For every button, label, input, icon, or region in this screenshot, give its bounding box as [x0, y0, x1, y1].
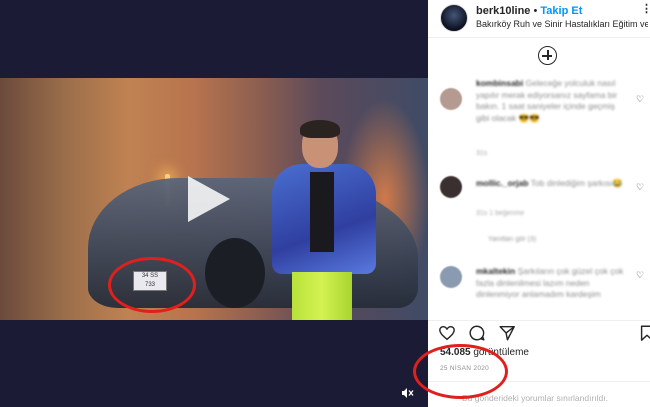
like-heart-icon[interactable]	[438, 324, 456, 342]
play-icon[interactable]	[188, 176, 230, 222]
comment-meta: 31s 1 beğenme	[476, 210, 525, 217]
post-header: berk10line • Takip Et Bakırköy Ruh ve Si…	[428, 0, 650, 38]
heart-icon[interactable]: ♡	[636, 270, 646, 280]
car-wheel	[205, 238, 265, 308]
comment-body: Tob dinlediğim şarkısı😂	[530, 178, 623, 188]
comments-list: kombinsabi Geleceğe yolculuk nasıl yapıl…	[428, 78, 650, 318]
username-link[interactable]: berk10line	[476, 5, 530, 17]
heart-icon[interactable]: ♡	[636, 182, 646, 192]
annotation-circle-views	[413, 344, 508, 399]
heart-icon[interactable]: ♡	[636, 94, 646, 104]
person-figure	[272, 120, 382, 320]
action-bar	[428, 320, 650, 344]
follow-button[interactable]: Takip Et	[540, 5, 582, 17]
speaker-muted-icon[interactable]	[397, 386, 417, 402]
view-replies-link[interactable]: Yanıtları gör (3)	[488, 236, 536, 243]
comment-icon[interactable]	[468, 324, 486, 342]
video-player[interactable]: 34 SS 733	[0, 78, 428, 320]
comment-avatar[interactable]	[440, 88, 462, 110]
load-more-comments-button[interactable]	[538, 46, 557, 65]
post-author: berk10line • Takip Et	[476, 5, 582, 17]
comment-avatar[interactable]	[440, 176, 462, 198]
avatar[interactable]	[440, 4, 468, 32]
bookmark-icon[interactable]	[638, 324, 650, 342]
comment-user[interactable]: mollic._orjab	[476, 178, 528, 188]
comment-avatar[interactable]	[440, 266, 462, 288]
more-options-icon[interactable]: ⋮	[641, 2, 650, 15]
shirt	[310, 172, 334, 252]
comment-user[interactable]: mkaltekin	[476, 266, 515, 276]
hair	[300, 120, 340, 138]
pants	[292, 272, 352, 320]
share-icon[interactable]	[498, 324, 516, 342]
separator-dot: •	[533, 5, 538, 17]
video-panel: 34 SS 733	[0, 0, 428, 407]
annotation-circle-plate	[108, 257, 196, 313]
location-link[interactable]: Bakırköy Ruh ve Sinir Hastalıkları Eğiti…	[476, 19, 648, 29]
comment-meta: 31s	[476, 150, 488, 157]
comment-user[interactable]: kombinsabi	[476, 78, 523, 88]
comment-text: kombinsabi Geleceğe yolculuk nasıl yapıl…	[476, 78, 626, 124]
comment-text: mkaltekin Şarkıların çok güzel çok çok f…	[476, 266, 626, 301]
comment-text: mollic._orjab Tob dinlediğim şarkısı😂	[476, 178, 626, 190]
